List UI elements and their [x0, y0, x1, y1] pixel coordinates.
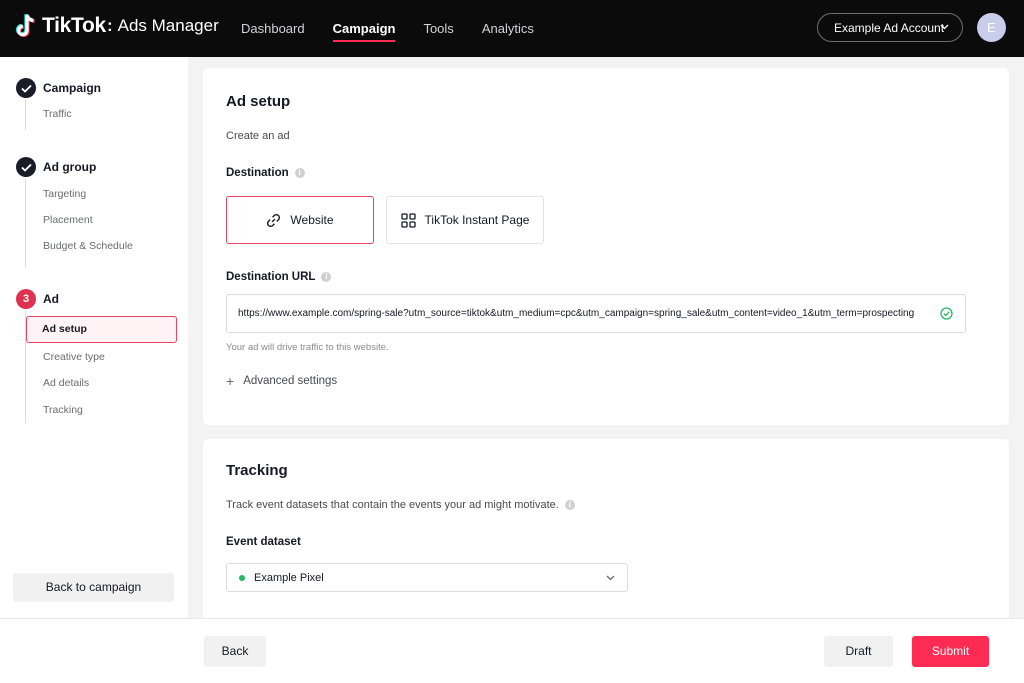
tracking-title: Tracking: [226, 462, 288, 479]
tracking-card: Tracking Track event datasets that conta…: [203, 439, 1009, 619]
event-dataset-value: Example Pixel: [254, 571, 324, 584]
logo-product: Ads Manager: [117, 16, 219, 35]
substep-budget-schedule[interactable]: Budget & Schedule: [43, 240, 133, 252]
info-icon[interactable]: i: [564, 500, 575, 510]
check-icon: [16, 157, 36, 177]
step-ad-group[interactable]: Ad group: [16, 157, 96, 177]
tracking-description-text: Track event datasets that contain the ev…: [226, 499, 559, 511]
info-icon[interactable]: i: [294, 168, 305, 178]
tiktok-logo-icon: [16, 13, 35, 38]
back-button[interactable]: Back: [204, 636, 266, 667]
destination-label: Destination i: [226, 167, 305, 179]
status-dot: [239, 574, 245, 581]
ad-setup-title: Ad setup: [226, 93, 291, 110]
chevron-down-icon: [606, 575, 615, 581]
chevron-down-icon: [940, 24, 949, 30]
destination-label-text: Destination: [226, 167, 289, 179]
destination-website-option[interactable]: Website: [226, 196, 374, 244]
substep-tracking[interactable]: Tracking: [43, 404, 83, 416]
ad-setup-subtitle: Create an ad: [226, 130, 290, 142]
top-bar: TikTok : Ads Manager Dashboard Campaign …: [0, 0, 1024, 57]
destination-url-input[interactable]: https://www.example.com/spring-sale?utm_…: [226, 294, 966, 333]
destination-url-hint: Your ad will drive traffic to this websi…: [226, 342, 389, 353]
sidebar: Campaign Traffic Ad group Targeting Plac…: [0, 57, 188, 618]
nav-tools[interactable]: Tools: [423, 0, 453, 57]
destination-url-label: Destination URL i: [226, 271, 332, 283]
substep-ad-setup[interactable]: Ad setup: [26, 316, 177, 343]
ad-setup-card: Ad setup Create an ad Destination i Webs…: [203, 68, 1009, 425]
step-label: Campaign: [43, 81, 102, 95]
logo-brand: TikTok: [42, 14, 106, 37]
substep-creative-type[interactable]: Creative type: [43, 351, 105, 363]
destination-website-label: Website: [290, 213, 334, 227]
advanced-settings-toggle[interactable]: + Advanced settings: [226, 373, 337, 389]
info-icon[interactable]: i: [321, 272, 332, 282]
event-dataset-select[interactable]: Example Pixel: [226, 563, 628, 592]
destination-instant-page-option[interactable]: TikTok Instant Page: [386, 196, 544, 244]
nav-campaign[interactable]: Campaign: [332, 0, 395, 57]
tracking-description: Track event datasets that contain the ev…: [226, 499, 575, 511]
substep-ad-details[interactable]: Ad details: [43, 377, 89, 389]
step-ad[interactable]: 3 Ad: [16, 289, 59, 309]
nav-dashboard[interactable]: Dashboard: [241, 0, 305, 57]
back-to-campaign-button[interactable]: Back to campaign: [13, 573, 174, 602]
footer-bar: Back Draft Submit: [0, 618, 1024, 683]
step-connector: [25, 100, 26, 130]
grid-icon: [400, 212, 416, 228]
link-icon: [267, 213, 281, 227]
destination-instant-page-label: TikTok Instant Page: [424, 213, 530, 227]
substep-traffic[interactable]: Traffic: [43, 108, 72, 120]
logo-separator: :: [106, 16, 113, 35]
advanced-settings-label: Advanced settings: [243, 375, 338, 387]
check-circle-icon: [940, 307, 953, 320]
step-campaign[interactable]: Campaign: [16, 78, 101, 98]
step-number: 3: [16, 289, 36, 309]
nav-analytics[interactable]: Analytics: [482, 0, 534, 57]
destination-url-value: https://www.example.com/spring-sale?utm_…: [238, 308, 915, 319]
destination-url-label-text: Destination URL: [226, 271, 316, 283]
avatar[interactable]: E: [977, 13, 1006, 42]
substep-targeting[interactable]: Targeting: [43, 188, 86, 200]
plus-icon: +: [226, 373, 235, 389]
draft-button[interactable]: Draft: [824, 636, 893, 667]
account-switcher[interactable]: Example Ad Account: [817, 13, 963, 42]
event-dataset-label: Event dataset: [226, 536, 301, 548]
account-label: Example Ad Account: [834, 20, 945, 35]
step-connector: [25, 179, 26, 267]
step-label: Ad group: [43, 160, 97, 174]
main-nav: Dashboard Campaign Tools Analytics: [241, 0, 562, 57]
logo[interactable]: TikTok : Ads Manager: [16, 13, 219, 39]
step-label: Ad: [43, 292, 59, 306]
check-icon: [16, 78, 36, 98]
substep-placement[interactable]: Placement: [43, 214, 93, 226]
submit-button[interactable]: Submit: [912, 636, 989, 667]
